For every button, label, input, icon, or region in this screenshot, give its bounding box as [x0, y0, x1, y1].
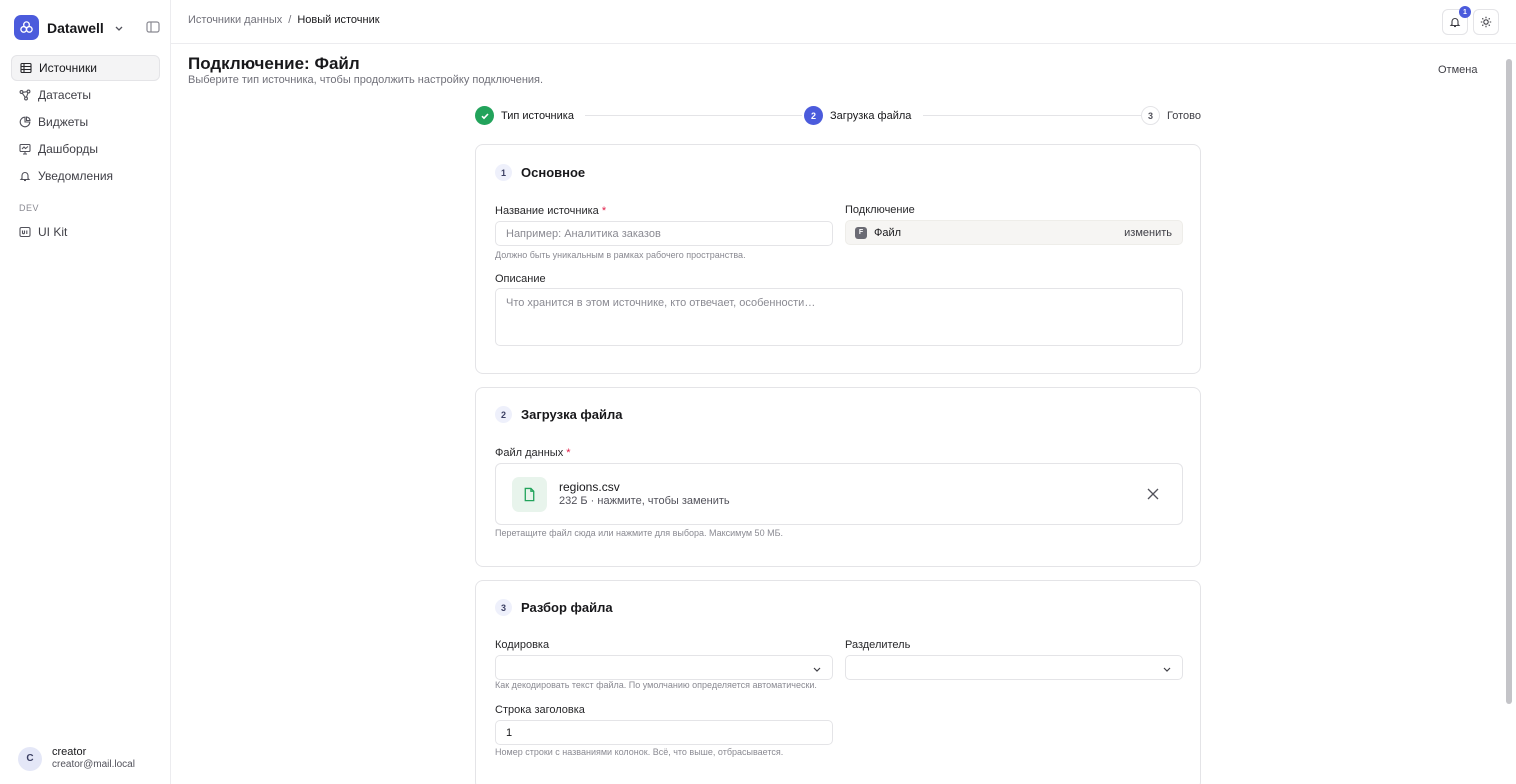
avatar: C	[18, 746, 42, 771]
chevron-down-icon	[1163, 667, 1171, 672]
step-number: 2	[804, 106, 823, 125]
file-icon	[512, 477, 547, 512]
app-name: Datawell	[47, 19, 104, 36]
stepper-line	[585, 115, 802, 116]
encoding-select[interactable]	[495, 655, 833, 680]
card-number: 3	[495, 599, 512, 616]
pie-chart-icon	[19, 116, 31, 128]
source-name-label: Название источника *	[495, 205, 607, 217]
remove-file-icon[interactable]	[1146, 487, 1160, 501]
sidebar: Datawell Источники Датасеты Виджеты Дашб…	[0, 0, 171, 784]
cancel-button[interactable]: Отмена	[1438, 64, 1477, 76]
sidebar-item-sources[interactable]: Источники	[11, 55, 160, 81]
required-mark: *	[601, 205, 607, 217]
dashboard-icon	[19, 143, 31, 155]
card-title: Разбор файла	[521, 600, 613, 615]
bell-icon	[1449, 18, 1461, 28]
source-name-input[interactable]: Например: Аналитика заказов	[495, 221, 833, 246]
encoding-hint: Как декодировать текст файла. По умолчан…	[495, 680, 817, 690]
check-icon	[475, 106, 494, 125]
encoding-label: Кодировка	[495, 639, 550, 651]
file-dropzone[interactable]: regions.csv 232 Б · нажмите, чтобы замен…	[495, 463, 1183, 525]
user-menu[interactable]: C creator creator@mail.local	[18, 746, 135, 771]
delimiter-select[interactable]	[845, 655, 1183, 680]
breadcrumb-current: Новый источник	[297, 14, 380, 26]
card-header: 3 Разбор файла	[495, 599, 613, 616]
sidebar-item-label: UI Kit	[38, 225, 68, 239]
breadcrumb-sources-link[interactable]: Источники данных	[188, 14, 282, 26]
sidebar-item-label: Источники	[39, 61, 97, 75]
sidebar-toggle-icon[interactable]	[145, 19, 161, 35]
stepper: Тип источника 2 Загрузка файла 3 Готово	[475, 106, 1201, 126]
basic-card: 1 Основное Название источника * Например…	[475, 144, 1201, 374]
breadcrumb-separator: /	[288, 14, 292, 26]
scrollbar-thumb[interactable]	[1506, 59, 1512, 704]
step-label: Тип источника	[501, 109, 574, 122]
sidebar-section-dev: DEV	[19, 203, 40, 213]
card-title: Загрузка файла	[521, 407, 623, 422]
file-name: regions.csv	[559, 480, 620, 494]
connection-label: Подключение	[845, 204, 915, 216]
theme-toggle-button[interactable]	[1473, 9, 1499, 35]
file-meta: 232 Б · нажмите, чтобы заменить	[559, 495, 730, 507]
notifications-badge: 1	[1459, 6, 1471, 18]
workspace-switcher[interactable]: Datawell	[14, 15, 124, 40]
card-title: Основное	[521, 165, 586, 180]
chevron-down-icon	[115, 26, 123, 31]
step-source-type[interactable]: Тип источника	[475, 106, 574, 125]
sidebar-item-label: Виджеты	[38, 115, 89, 129]
app-logo-icon	[14, 15, 39, 40]
chevron-down-icon	[813, 667, 821, 672]
header-row-hint: Номер строки с названиями колонок. Всё, …	[495, 747, 784, 757]
step-label: Готово	[1167, 109, 1201, 122]
sidebar-item-label: Уведомления	[38, 169, 114, 183]
step-number: 3	[1141, 106, 1160, 125]
notifications-button[interactable]: 1	[1442, 6, 1471, 35]
card-header: 2 Загрузка файла	[495, 406, 623, 423]
delimiter-label: Разделитель	[845, 639, 911, 651]
list-icon	[20, 62, 32, 74]
sidebar-item-notifications[interactable]: Уведомления	[11, 163, 160, 189]
parse-card: 3 Разбор файла Кодировка Как декодироват…	[475, 580, 1201, 784]
page-subtitle: Выберите тип источника, чтобы продолжить…	[188, 74, 544, 86]
share-nodes-icon	[19, 89, 31, 101]
user-email: creator@mail.local	[52, 759, 135, 770]
header-row-input[interactable]: 1	[495, 720, 833, 745]
bell-icon	[19, 172, 31, 182]
connection-field: F Файл изменить	[845, 220, 1183, 245]
sidebar-item-ui-kit[interactable]: UI Kit	[11, 219, 160, 245]
topbar: Источники данных / Новый источник 1	[171, 0, 1516, 44]
description-label: Описание	[495, 273, 546, 285]
sidebar-item-datasets[interactable]: Датасеты	[11, 82, 160, 108]
card-number: 2	[495, 406, 512, 423]
description-textarea[interactable]: Что хранится в этом источнике, кто отвеч…	[495, 288, 1183, 346]
sidebar-nav: Источники Датасеты Виджеты Дашборды Увед…	[11, 55, 160, 246]
stepper-line	[923, 115, 1141, 116]
step-label: Загрузка файла	[830, 109, 912, 122]
user-name: creator	[52, 746, 87, 758]
sidebar-item-widgets[interactable]: Виджеты	[11, 109, 160, 135]
page-title: Подключение: Файл	[188, 54, 360, 73]
file-type-icon: F	[855, 226, 867, 239]
header-row-label: Строка заголовка	[495, 704, 585, 716]
sidebar-item-dashboards[interactable]: Дашборды	[11, 136, 160, 162]
sidebar-item-label: Дашборды	[38, 142, 98, 156]
upload-card: 2 Загрузка файла Файл данных * regions.c…	[475, 387, 1201, 567]
connection-value: Файл	[874, 226, 902, 239]
step-file-upload[interactable]: 2 Загрузка файла	[804, 106, 912, 125]
upload-hint: Перетащите файл сюда или нажмите для выб…	[495, 528, 783, 538]
card-number: 1	[495, 164, 512, 181]
step-done[interactable]: 3 Готово	[1141, 106, 1201, 125]
card-header: 1 Основное	[495, 164, 585, 181]
source-name-hint: Должно быть уникальным в рамках рабочего…	[495, 250, 746, 260]
sidebar-item-label: Датасеты	[38, 88, 91, 102]
required-mark: *	[566, 447, 571, 459]
change-connection-button[interactable]: изменить	[1124, 227, 1172, 239]
breadcrumb: Источники данных / Новый источник	[188, 14, 380, 26]
sun-icon	[1480, 16, 1492, 28]
page-scrollbar[interactable]	[1505, 44, 1513, 784]
ui-kit-icon	[19, 226, 31, 238]
data-file-label: Файл данных *	[495, 447, 571, 459]
